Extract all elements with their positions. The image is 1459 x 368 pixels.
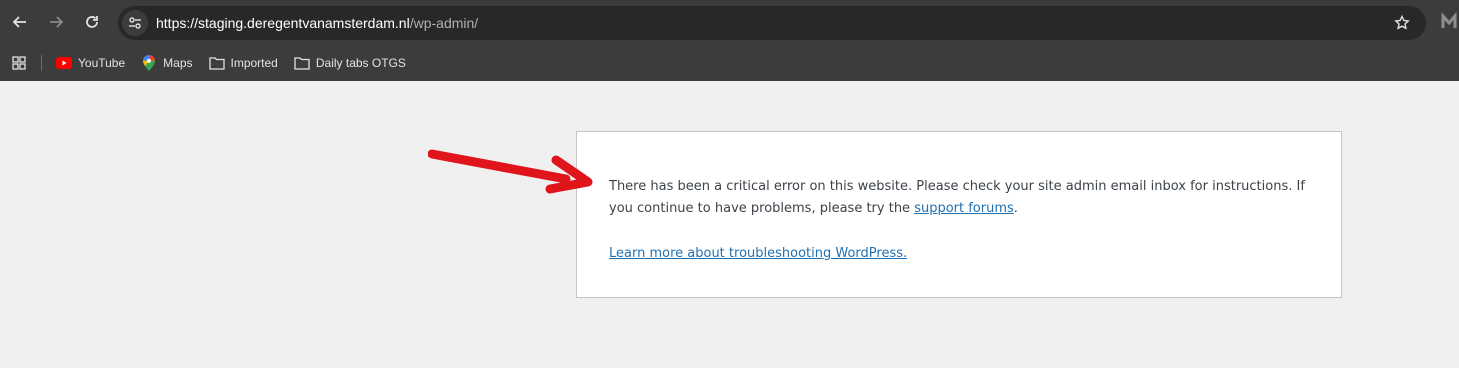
site-info-button[interactable] [122, 10, 148, 36]
url-text[interactable]: https://staging.deregentvanamsterdam.nl/… [156, 15, 478, 31]
bookmark-label: YouTube [78, 55, 126, 70]
reload-icon [86, 16, 98, 28]
apps-button[interactable] [11, 55, 27, 71]
page-content: There has been a critical error on this … [0, 81, 1459, 368]
bookmark-folder-imported[interactable]: Imported [201, 49, 286, 77]
maps-pin-icon [141, 54, 157, 71]
bookmark-star-button[interactable] [1392, 13, 1412, 33]
address-bar[interactable]: https://staging.deregentvanamsterdam.nl/… [118, 6, 1426, 40]
bookmarks-separator [41, 54, 42, 71]
bookmark-youtube[interactable]: YouTube [48, 49, 133, 77]
browser-toolbar: https://staging.deregentvanamsterdam.nl/… [0, 0, 1459, 44]
arrow-left-icon [12, 16, 26, 28]
extension-logo-icon [1441, 12, 1457, 28]
bookmark-label: Daily tabs OTGS [315, 55, 406, 70]
bookmark-label: Maps [163, 55, 193, 70]
reload-button[interactable] [74, 4, 110, 40]
bookmarks-bar: YouTube Maps Imported Daily tabs OTGS [0, 44, 1459, 81]
youtube-icon [56, 55, 72, 71]
support-forums-link[interactable]: support forums [914, 201, 1014, 216]
bookmark-label: Imported [230, 55, 278, 70]
url-host: https://staging.deregentvanamsterdam.nl [156, 15, 410, 31]
critical-error-period: . [1013, 201, 1018, 216]
annotation-arrow [428, 149, 593, 194]
star-icon [1394, 15, 1410, 30]
critical-error-message: There has been a critical error on this … [609, 176, 1309, 220]
tune-icon [129, 17, 141, 29]
url-path: /wp-admin/ [409, 15, 479, 31]
bookmark-folder-daily-tabs[interactable]: Daily tabs OTGS [286, 49, 414, 77]
folder-icon [208, 55, 225, 71]
back-button[interactable] [2, 4, 38, 40]
wp-die-message-box: There has been a critical error on this … [576, 131, 1342, 298]
extension-button[interactable] [1440, 12, 1459, 32]
learn-more-link[interactable]: Learn more about troubleshooting WordPre… [609, 246, 907, 261]
folder-icon [294, 55, 310, 71]
forward-button[interactable] [38, 4, 74, 40]
arrow-right-icon [50, 16, 64, 28]
learn-more-paragraph: Learn more about troubleshooting WordPre… [609, 243, 1309, 265]
bookmark-maps[interactable]: Maps [133, 49, 200, 77]
apps-grid-icon [12, 55, 26, 70]
